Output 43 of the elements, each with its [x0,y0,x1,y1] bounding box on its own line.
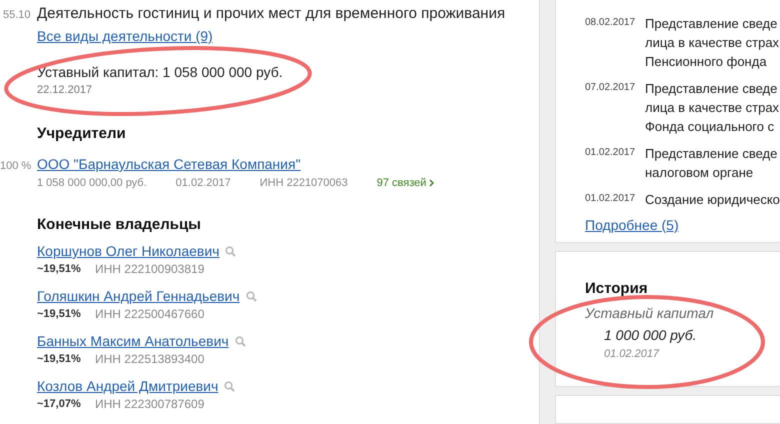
history-value: 1 000 000 руб. [604,327,698,343]
section-title: Учредители [37,125,127,142]
owner-share: ~19,51% [37,307,82,321]
more-link[interactable]: Подробнее (5) [585,217,679,233]
search-icon[interactable] [225,246,236,256]
chevron-icon[interactable] [429,179,434,187]
search-icon[interactable] [224,380,236,392]
owner-inn: ИНН 222100903819 [95,262,204,276]
search-icon[interactable] [246,290,257,302]
event-date: 08.02.2017 [585,16,636,30]
founder-amount: 1 058 000 000,00 руб. [37,177,147,189]
event-date: 01.02.2017 [585,192,636,206]
owner-inn: ИНН 222513893400 [95,352,204,366]
history-date: 01.02.2017 [604,348,660,360]
owner-link[interactable]: Банных Максим Анатольевич [37,333,229,349]
owner-share: ~17,07% [37,397,82,411]
history-label: Уставный капитал [585,305,715,321]
owner-share: ~19,51% [37,262,82,276]
all-activities-link[interactable]: Все виды деятельности (9) [37,28,213,44]
event-date: 01.02.2017 [585,146,636,160]
owner-link[interactable]: Голяшкин Андрей Геннадьевич [37,288,240,304]
owner-link[interactable]: Коршунов Олег Николаевич [37,243,220,259]
owner-link[interactable]: Козлов Андрей Дмитриевич [37,378,218,394]
activity-name: Деятельность гостиниц и прочих мест для временного проживания [37,5,506,22]
event-text: Представление сведе лица в качестве страх Пенсионного фонда [645,15,780,71]
event-text: Создание юридическо [645,191,780,209]
owner-inn: ИНН 222500467660 [95,307,204,321]
search-icon[interactable] [234,336,246,346]
founder-link[interactable]: ООО "Барнаульская Сетевая Компания" [37,156,301,172]
section-title: История [585,280,649,297]
event-text: Представление сведе налоговом органе [645,145,778,182]
connections-link[interactable]: 97 связей [376,177,434,189]
section-title: Конечные владельцы [37,216,202,233]
capital-text: Уставный капитал: 1 058 000 000 руб. [37,64,284,80]
capital-date: 22.12.2017 [37,84,94,96]
event-date: 07.02.2017 [585,81,636,95]
founder-date: 01.02.2017 [176,177,231,189]
founder-inn: ИНН 2221070063 [260,177,348,189]
event-text: Представление сведе лица в качестве страх Фонда социального с [645,80,780,136]
owner-inn: ИНН 222300787609 [95,397,204,411]
activity-code: 55.10 [2,9,32,21]
owner-share: ~19,51% [37,352,82,366]
founder-share: 100 % [0,160,32,172]
